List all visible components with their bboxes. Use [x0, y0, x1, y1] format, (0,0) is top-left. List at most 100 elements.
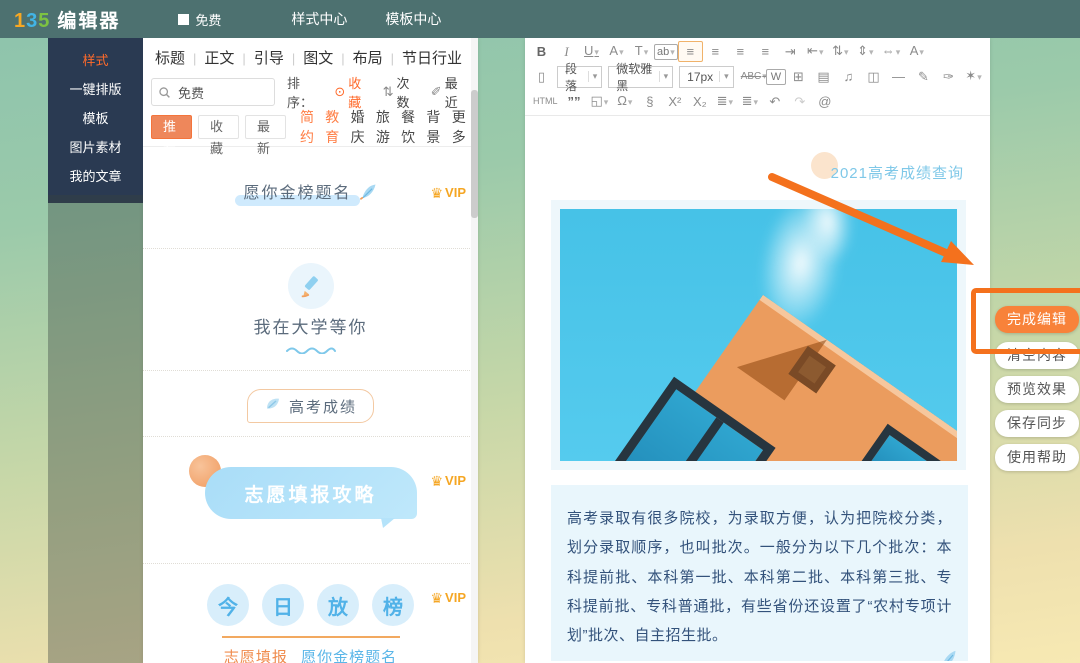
finish-editing-button[interactable]: 完成编辑	[995, 306, 1079, 333]
horizontal-rule-icon[interactable]: —	[886, 66, 911, 87]
search-input[interactable]	[176, 83, 260, 101]
html-source-icon[interactable]: HTML	[529, 91, 562, 112]
sort-by-favorites[interactable]: ⊙ 收藏	[334, 73, 373, 111]
tag-minimal[interactable]: 简约	[300, 107, 318, 147]
leaf-icon	[264, 395, 282, 417]
filter-favorites[interactable]: 收藏	[198, 114, 239, 156]
template-link-apply[interactable]: 志愿填报	[224, 649, 288, 663]
layout-template-icon[interactable]: ◱	[587, 90, 613, 113]
tab-layout[interactable]: 布局	[353, 47, 402, 68]
tag-education[interactable]: 教育	[325, 107, 343, 147]
unordered-list-icon[interactable]: ≣	[737, 90, 762, 113]
blockquote-icon[interactable]: ””	[562, 91, 587, 112]
crown-icon: ♛	[430, 472, 444, 489]
nav-template-center[interactable]: 模板中心	[385, 9, 441, 29]
highlight-color-icon[interactable]: ab	[654, 43, 678, 60]
mention-icon[interactable]: @	[812, 91, 837, 112]
line-height-icon[interactable]: ⇅	[828, 40, 853, 63]
underline-icon[interactable]: U	[579, 40, 604, 63]
clock-icon: ⊙	[334, 84, 346, 99]
new-document-icon[interactable]: ▯	[529, 66, 554, 87]
sidebar-item-image-assets[interactable]: 图片素材	[48, 133, 143, 162]
font-size-select[interactable]: 17px	[679, 65, 734, 88]
tag-travel[interactable]: 旅游	[376, 107, 394, 147]
eraser-icon[interactable]: ✎	[911, 66, 936, 87]
sort-by-uses[interactable]: ⇅ 次数	[383, 73, 422, 111]
clear-content-button[interactable]: 清空内容	[995, 342, 1079, 369]
video-icon[interactable]: ◫	[861, 66, 886, 87]
editor-toolbar: B I U A T ab ≡ ≡ ≡ ≡ ⇥ ⇤ ⇅ ⇕ ⇔ A ▯ 段落 微软…	[525, 38, 990, 116]
superscript-icon[interactable]: X²	[662, 91, 687, 112]
filter-newest[interactable]: 最新	[245, 114, 286, 156]
filter-recommended[interactable]: 推荐	[151, 114, 192, 156]
tab-body[interactable]: 正文	[204, 47, 253, 68]
music-icon[interactable]: ♫	[836, 66, 861, 87]
align-center-icon[interactable]: ≡	[703, 41, 728, 62]
pencil-sort-icon: ✐	[430, 84, 442, 99]
document-title-line[interactable]: 2021高考成绩查询	[541, 152, 964, 183]
align-left-icon[interactable]: ≡	[677, 41, 703, 62]
indent-icon[interactable]: ⇥	[778, 41, 803, 62]
sort-by-recent[interactable]: ✐ 最近	[431, 73, 470, 111]
link-icon[interactable]: §	[637, 91, 662, 112]
letter-spacing-icon[interactable]: ⇔	[878, 40, 905, 63]
left-sidebar: 样式 一键排版 模板 图片素材 我的文章	[48, 38, 143, 663]
free-plan-badge[interactable]: 免费	[178, 10, 221, 29]
app-logo[interactable]: 135 编辑器	[14, 6, 120, 33]
template-item-waiting-for-you[interactable]: 我在大学等你	[143, 263, 478, 371]
nav-style-center[interactable]: 样式中心	[291, 9, 347, 29]
save-sync-button[interactable]: 保存同步	[995, 410, 1079, 437]
table-icon[interactable]: ⊞	[786, 66, 811, 87]
align-justify-icon[interactable]: ≡	[753, 41, 778, 62]
tag-wedding[interactable]: 婚庆	[351, 107, 369, 147]
text-direction-icon[interactable]: A	[904, 40, 929, 63]
one-key-format-icon[interactable]: ✶	[961, 65, 986, 88]
template-item-application-guide[interactable]: ♛ VIP 志愿填报攻略	[143, 455, 478, 564]
preview-button[interactable]: 预览效果	[995, 376, 1079, 403]
filter-row: 推荐 收藏 最新 简约 教育 婚庆 旅游 餐饮 背景 更多	[143, 107, 478, 156]
tag-background[interactable]: 背景	[426, 107, 444, 147]
bold-icon[interactable]: B	[529, 41, 554, 62]
sidebar-item-my-articles[interactable]: 我的文章	[48, 162, 143, 191]
feather-icon	[358, 184, 378, 206]
scrollbar-thumb[interactable]	[471, 90, 478, 218]
paragraph-spacing-icon[interactable]: ⇕	[853, 40, 878, 63]
help-button[interactable]: 使用帮助	[995, 444, 1079, 471]
redo-icon[interactable]: ↷	[787, 91, 812, 112]
image-icon[interactable]: ▤	[811, 66, 836, 87]
outdent-icon[interactable]: ⇤	[803, 40, 828, 63]
editor-content[interactable]: 2021高考成绩查询 高考录取有很多院校，为录取方便，认为把院校分类，划分录取顺…	[525, 116, 990, 661]
tag-more[interactable]: 更多	[452, 107, 470, 147]
article-image[interactable]	[551, 200, 966, 470]
subscript-icon[interactable]: X₂	[687, 91, 712, 112]
pencil-badge-icon	[287, 263, 334, 309]
sidebar-menu: 样式 一键排版 模板 图片素材 我的文章	[48, 38, 143, 203]
tab-guide[interactable]: 引导	[254, 47, 303, 68]
article-paragraph[interactable]: 高考录取有很多院校，为录取方便，认为把院校分类，划分录取顺序，也叫批次。一般分为…	[551, 485, 968, 661]
search-box[interactable]	[151, 78, 276, 106]
template-item-gaokao-score[interactable]: 高考成绩	[143, 371, 478, 437]
font-family-select[interactable]: 微软雅黑	[608, 62, 674, 93]
sidebar-item-styles[interactable]: 样式	[48, 46, 143, 75]
template-item-gold-list[interactable]: ♛ VIP 愿你金榜题名	[143, 179, 478, 249]
wave-underline-icon	[143, 341, 478, 359]
undo-icon[interactable]: ↶	[762, 91, 787, 112]
sidebar-item-templates[interactable]: 模板	[48, 104, 143, 133]
template-title: 我在大学等你	[253, 318, 368, 337]
align-right-icon[interactable]: ≡	[728, 41, 753, 62]
sidebar-item-one-key-layout[interactable]: 一键排版	[48, 75, 143, 104]
strikethrough-icon[interactable]: ABC	[737, 66, 766, 87]
template-item-results-today[interactable]: ♛ VIP 今 日 放 榜 志愿填报 愿你金榜题名	[143, 584, 478, 663]
format-brush-icon[interactable]: ✑	[936, 66, 961, 87]
paragraph-format-select[interactable]: 段落	[557, 62, 603, 93]
panel-scrollbar[interactable]	[471, 38, 478, 663]
tab-festival-industry[interactable]: 节日行业	[402, 47, 462, 68]
tag-catering[interactable]: 餐饮	[401, 107, 419, 147]
special-char-icon[interactable]: Ω	[612, 90, 637, 113]
template-link-gold-list[interactable]: 愿你金榜题名	[301, 649, 397, 663]
tab-image-text[interactable]: 图文	[303, 47, 352, 68]
ordered-list-icon[interactable]: ≣	[712, 90, 737, 113]
orange-divider	[221, 636, 400, 638]
word-import-icon[interactable]: W	[766, 68, 786, 85]
tab-title[interactable]: 标题	[155, 47, 204, 68]
